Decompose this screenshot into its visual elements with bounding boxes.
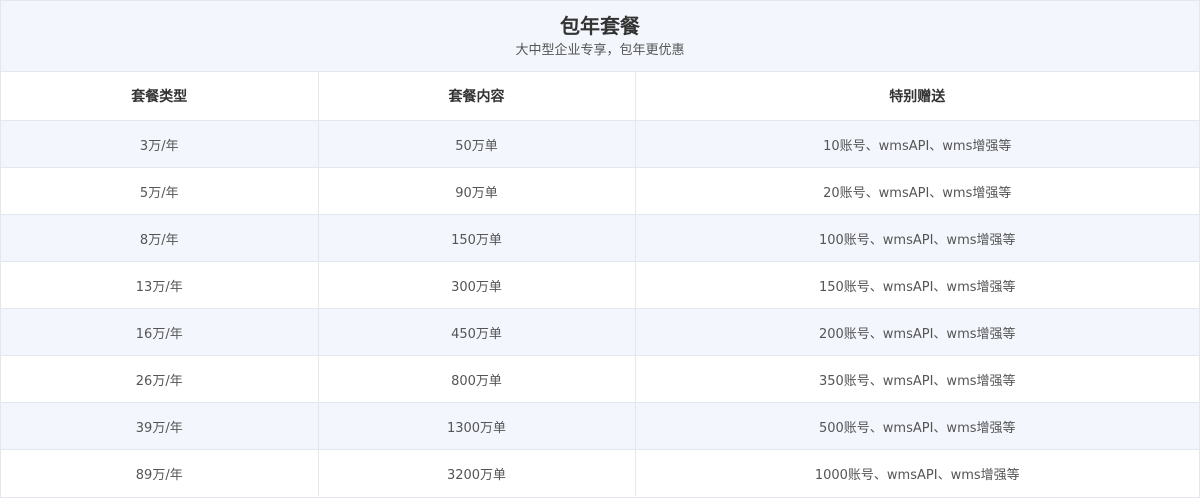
pricing-header: 包年套餐 大中型企业专享，包年更优惠 [1,1,1199,72]
plan-bonus-cell: 20账号、wmsAPI、wms增强等 [635,167,1199,215]
plan-volume-cell: 800万单 [318,355,636,403]
pricing-subtitle: 大中型企业专享，包年更优惠 [515,43,685,58]
plan-price-cell: 5万/年 [1,167,319,215]
plan-bonus-cell: 200账号、wmsAPI、wms增强等 [635,308,1199,356]
plan-table: 套餐类型 套餐内容 特别赠送 3万/年 50万单 10账号、wmsAPI、wms… [1,72,1199,496]
pricing-title: 包年套餐 [560,14,640,38]
column-header-plan-content: 套餐内容 [318,72,636,121]
table-row: 26万/年 800万单 350账号、wmsAPI、wms增强等 [1,355,1199,403]
plan-volume-cell: 300万单 [318,261,636,309]
plan-bonus-cell: 350账号、wmsAPI、wms增强等 [635,355,1199,403]
plan-price-cell: 3万/年 [1,120,319,168]
plan-price-cell: 16万/年 [1,308,319,356]
plan-price-cell: 39万/年 [1,402,319,450]
plan-bonus-cell: 10账号、wmsAPI、wms增强等 [635,120,1199,168]
table-row: 16万/年 450万单 200账号、wmsAPI、wms增强等 [1,308,1199,356]
plan-price-cell: 13万/年 [1,261,319,309]
plan-bonus-cell: 150账号、wmsAPI、wms增强等 [635,261,1199,309]
column-header-bonus: 特别赠送 [635,72,1199,121]
plan-volume-cell: 1300万单 [318,402,636,450]
header-row: 套餐类型 套餐内容 特别赠送 [1,72,1199,121]
plan-table-body: 3万/年 50万单 10账号、wmsAPI、wms增强等 5万/年 90万单 2… [1,120,1199,496]
table-row: 13万/年 300万单 150账号、wmsAPI、wms增强等 [1,261,1199,309]
plan-volume-cell: 50万单 [318,120,636,168]
annual-plan-pricing-table: 包年套餐 大中型企业专享，包年更优惠 套餐类型 套餐内容 特别赠送 3万/年 5… [0,0,1200,498]
plan-price-cell: 26万/年 [1,355,319,403]
table-row: 39万/年 1300万单 500账号、wmsAPI、wms增强等 [1,402,1199,450]
column-header-plan-type: 套餐类型 [1,72,319,121]
plan-volume-cell: 3200万单 [318,449,636,496]
table-row: 5万/年 90万单 20账号、wmsAPI、wms增强等 [1,167,1199,215]
plan-volume-cell: 450万单 [318,308,636,356]
plan-table-head: 套餐类型 套餐内容 特别赠送 [1,72,1199,121]
plan-volume-cell: 90万单 [318,167,636,215]
plan-price-cell: 8万/年 [1,214,319,262]
plan-volume-cell: 150万单 [318,214,636,262]
plan-price-cell: 89万/年 [1,449,319,496]
table-row: 8万/年 150万单 100账号、wmsAPI、wms增强等 [1,214,1199,262]
table-row: 3万/年 50万单 10账号、wmsAPI、wms增强等 [1,120,1199,168]
plan-bonus-cell: 500账号、wmsAPI、wms增强等 [635,402,1199,450]
plan-bonus-cell: 1000账号、wmsAPI、wms增强等 [635,449,1199,496]
plan-bonus-cell: 100账号、wmsAPI、wms增强等 [635,214,1199,262]
table-row: 89万/年 3200万单 1000账号、wmsAPI、wms增强等 [1,449,1199,496]
